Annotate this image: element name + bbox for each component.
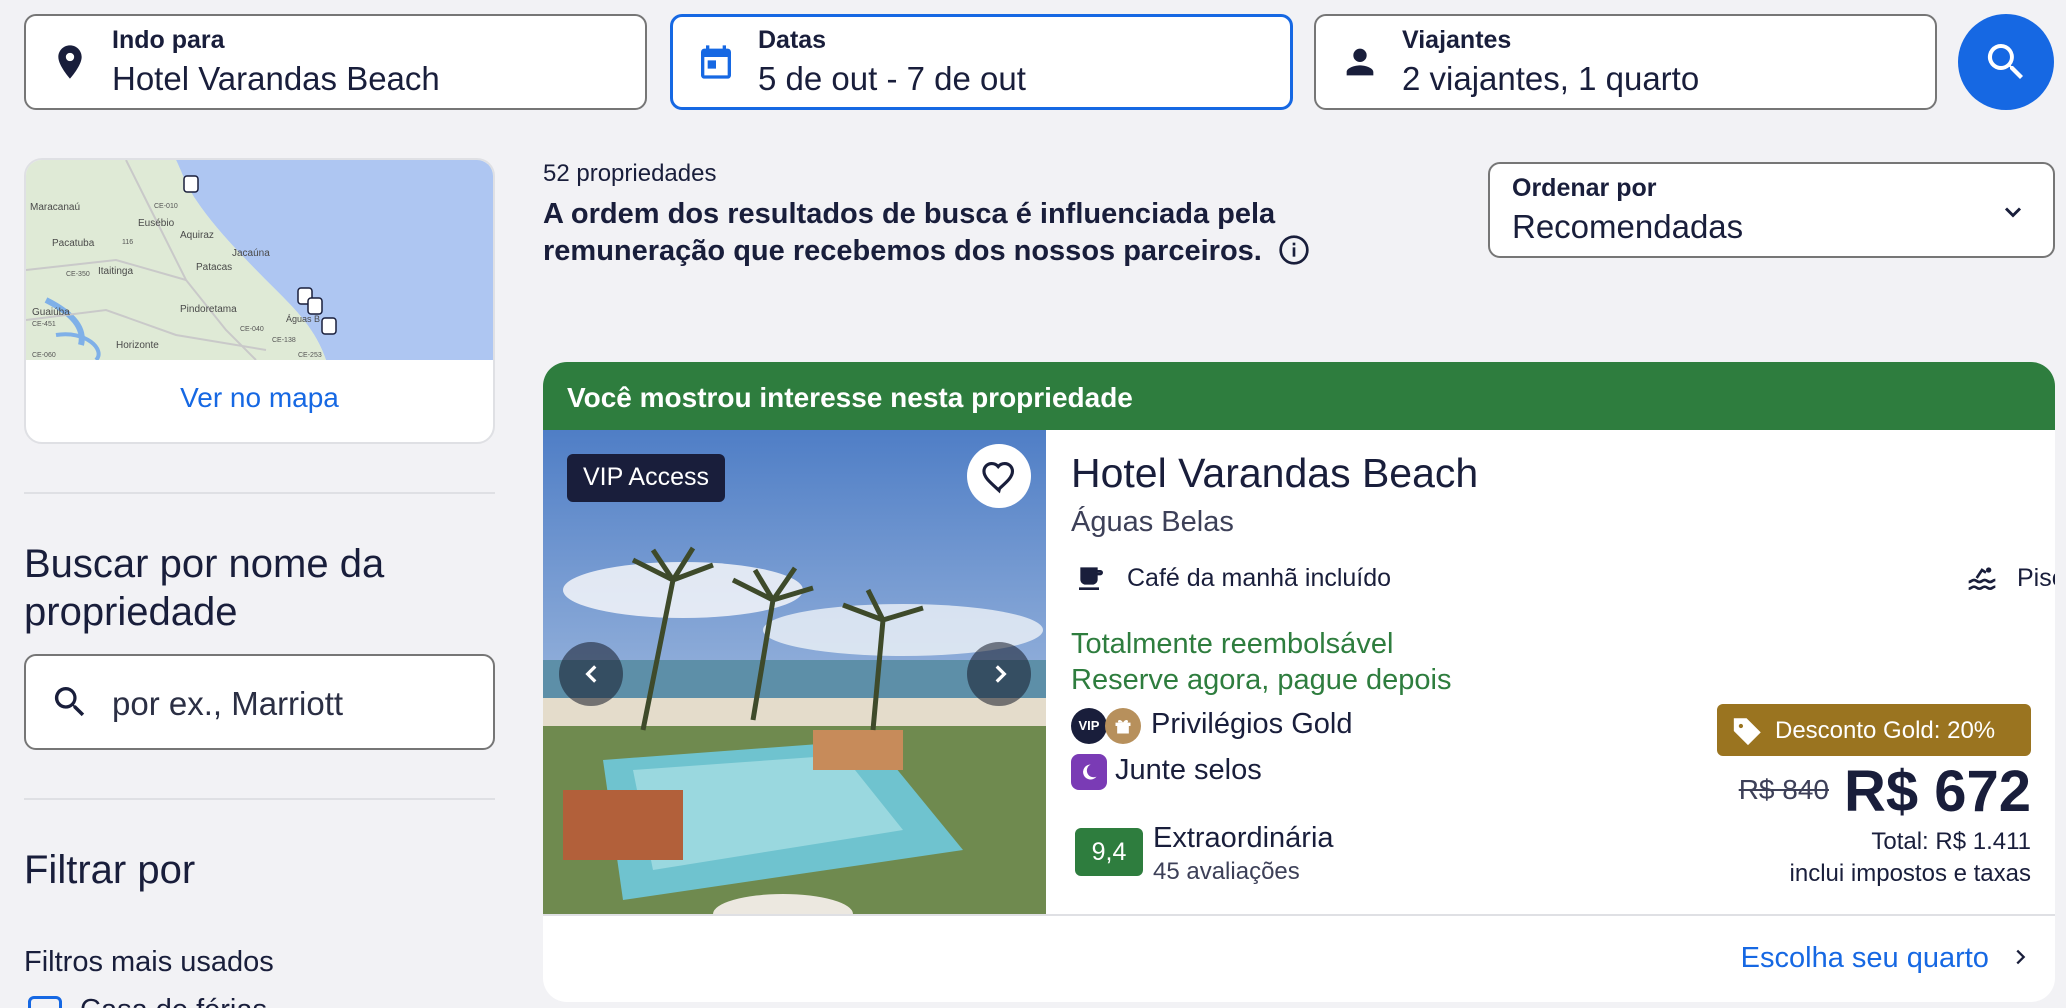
map-road-label: CE-253 — [298, 352, 322, 359]
filter-checkbox[interactable] — [28, 996, 62, 1008]
map-place-label: Patacas — [196, 262, 232, 273]
total-price: Total: R$ 1.411 — [1871, 828, 2031, 855]
property-name-input[interactable] — [112, 682, 472, 726]
gold-perks-label: Privilégios Gold — [1151, 708, 1353, 740]
location-pin-icon — [58, 45, 82, 79]
amenity-breakfast: Café da manhã incluído — [1075, 558, 1405, 598]
gift-badge — [1105, 708, 1141, 744]
map-road-label: CE-350 — [66, 271, 90, 278]
current-price: R$ 672 — [1843, 759, 2031, 824]
property-photo[interactable]: VIP Access — [543, 430, 1046, 914]
hotel-name[interactable]: Hotel Varandas Beach — [1071, 450, 1478, 497]
pay-later-text: Reserve agora, pague depois — [1071, 664, 1452, 696]
sidebar-divider — [24, 798, 495, 800]
name-search-title: Buscar por nome da propriedade — [24, 542, 385, 634]
price-taxes-note: inclui impostos e taxas — [1789, 860, 2031, 887]
chevron-right-icon — [995, 665, 1007, 683]
results-count: 52 propriedades — [543, 160, 717, 187]
collect-stamps-label: Junte selos — [1115, 754, 1262, 786]
gold-discount-label: Desconto Gold: 20% — [1775, 717, 1996, 744]
gold-discount-badge: Desconto Gold: 20% — [1717, 704, 2031, 756]
map-place-label: Guaiúba — [32, 307, 70, 318]
refundable-text: Totalmente reembolsável — [1071, 628, 1394, 660]
property-card[interactable]: Você mostrou interesse nesta propriedade — [543, 362, 2055, 1002]
map-place-label: Pindoretama — [180, 304, 237, 315]
map-card[interactable]: Maracanaú Eusébio Aquiraz Pacatuba Itait… — [24, 158, 495, 444]
map-place-label: Aquiraz — [180, 230, 214, 241]
choose-room-link[interactable]: Escolha seu quarto — [1741, 942, 2031, 975]
map-place-label: Pacatuba — [52, 238, 95, 249]
gold-perks: Privilégios Gold — [1151, 704, 1451, 744]
card-divider — [543, 914, 2055, 916]
map-place-label: Jacaúna — [232, 248, 270, 259]
amenity-pool: Piscina — [1965, 558, 2055, 598]
popular-filters-title: Filtros mais usados — [24, 946, 274, 978]
filter-checkbox-label: Casa de férias — [80, 994, 267, 1008]
map-place-label: Maracanaú — [30, 202, 80, 213]
pool-icon — [1968, 567, 1996, 591]
travelers-label: Viajantes — [1402, 26, 1512, 54]
filter-title: Filtrar por — [24, 848, 196, 892]
search-icon — [54, 687, 85, 717]
travelers-value: 2 viajantes, 1 quarto — [1402, 60, 1700, 97]
map-road-label: CE-138 — [272, 337, 296, 344]
destination-value: Hotel Varandas Beach — [112, 60, 440, 97]
chevron-right-icon — [2016, 949, 2026, 965]
dates-label: Datas — [758, 26, 827, 54]
destination-field[interactable]: Indo para Hotel Varandas Beach — [24, 14, 647, 110]
stamps-badge — [1071, 754, 1107, 790]
favorite-button[interactable] — [967, 444, 1031, 508]
destination-label: Indo para — [112, 26, 225, 54]
vip-mini-badge: VIP — [1071, 708, 1107, 744]
choose-room-label: Escolha seu quarto — [1740, 942, 1989, 974]
tag-icon — [1733, 718, 1761, 746]
hotel-location: Águas Belas — [1071, 506, 1234, 538]
person-icon — [1346, 48, 1374, 76]
map-road-label: CE-040 — [240, 326, 264, 333]
interest-banner: Você mostrou interesse nesta propriedade — [543, 362, 2055, 430]
original-price: R$ 840 — [1738, 774, 1829, 805]
sidebar-divider — [24, 492, 495, 494]
map-place-label: Itaitinga — [98, 266, 133, 277]
sort-value: Recomendadas — [1512, 208, 1744, 245]
search-icon — [1987, 44, 2023, 79]
ranking-disclaimer: A ordem dos resultados de busca é influe… — [543, 196, 1463, 270]
view-on-map-link[interactable]: Ver no mapa — [26, 382, 493, 414]
moon-icon — [1083, 764, 1097, 780]
review-score: 9,4 — [1075, 828, 1143, 876]
sort-label: Ordenar por — [1512, 174, 1657, 202]
heart-icon — [982, 461, 1015, 494]
map-place-label: Águas B — [286, 314, 320, 324]
dates-value: 5 de out - 7 de out — [758, 60, 1026, 97]
ranking-disclaimer-text: A ordem dos resultados de busca é influe… — [543, 198, 1276, 267]
dates-field[interactable]: Datas 5 de out - 7 de out — [670, 14, 1293, 110]
map-road-label: CE-060 — [32, 352, 56, 359]
photo-next-button[interactable] — [967, 642, 1031, 706]
map-road-label: 116 — [122, 239, 133, 246]
map-road-label: CE-010 — [154, 203, 178, 210]
amenity-label: Café da manhã incluído — [1127, 564, 1392, 592]
review-rating-word: Extraordinária — [1153, 822, 1334, 854]
calendar-icon — [701, 45, 731, 79]
map-place-label: Eusébio — [138, 218, 175, 229]
property-name-search[interactable] — [24, 654, 495, 750]
map-place-label: Horizonte — [116, 340, 159, 351]
map-thumbnail[interactable]: Maracanaú Eusébio Aquiraz Pacatuba Itait… — [26, 160, 495, 360]
sort-dropdown[interactable]: Ordenar por Recomendadas — [1488, 162, 2055, 258]
amenity-label: Piscina — [2017, 564, 2055, 592]
chevron-down-icon — [2004, 207, 2022, 218]
photo-prev-button[interactable] — [559, 642, 623, 706]
gift-icon — [1115, 719, 1131, 734]
search-button[interactable] — [1958, 14, 2054, 110]
collect-stamps: Junte selos — [1115, 750, 1415, 790]
info-icon[interactable] — [1278, 234, 1310, 266]
chevron-left-icon — [585, 665, 597, 683]
coffee-cup-icon — [1079, 567, 1103, 590]
review-count[interactable]: 45 avaliações — [1153, 858, 1300, 886]
map-road-label: CE-451 — [32, 321, 56, 328]
vip-access-badge: VIP Access — [567, 454, 725, 502]
travelers-field[interactable]: Viajantes 2 viajantes, 1 quarto — [1314, 14, 1937, 110]
